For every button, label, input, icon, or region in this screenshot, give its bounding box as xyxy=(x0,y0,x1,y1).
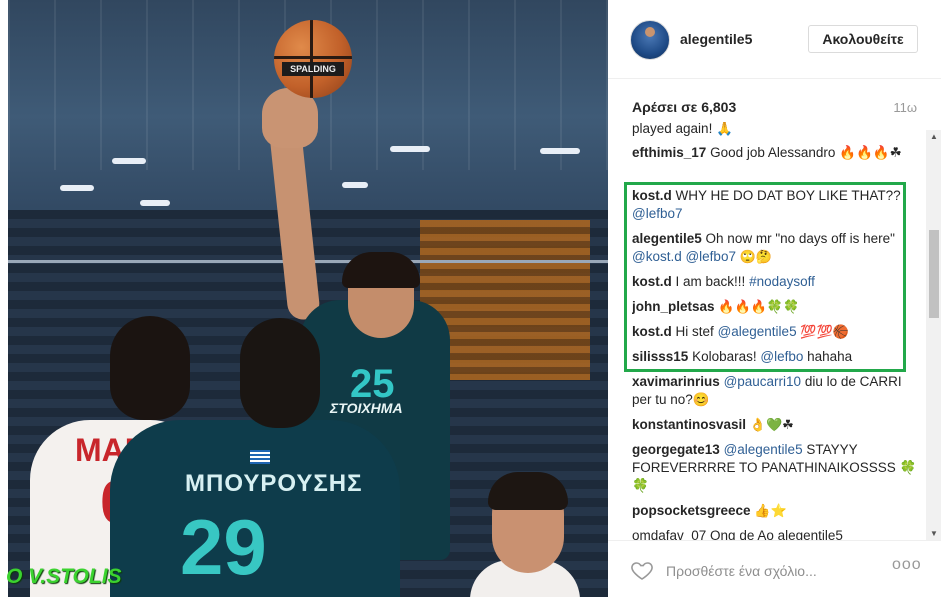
comment-text: 🔥🔥🔥🍀🍀 xyxy=(718,299,800,314)
comment-username[interactable]: alegentile5 xyxy=(632,231,702,246)
scroll-down-arrow-icon[interactable]: ▼ xyxy=(930,529,938,538)
comment-username[interactable]: xavimarinrius xyxy=(632,374,720,389)
comment-username[interactable]: konstantinosvasil xyxy=(632,417,746,432)
post-time[interactable]: 11ω xyxy=(893,100,917,115)
comment-text: Oh now mr "no days off is here" xyxy=(705,231,895,246)
following-button[interactable]: Ακολουθείτε xyxy=(808,25,918,53)
comment-footer: ooo xyxy=(608,540,941,598)
comment-item: kost.d I am back!!! #nodaysoff xyxy=(632,273,917,291)
opponent-player-head xyxy=(110,316,190,420)
comment-text: omdafav_07 Ong de Ao alegentile5 xyxy=(632,528,843,540)
comment-mention[interactable]: @alegentile5 xyxy=(718,324,797,339)
photo-left-border xyxy=(0,0,8,597)
comment-text: 👌💚☘ xyxy=(749,417,794,432)
username-link[interactable]: alegentile5 xyxy=(680,31,752,47)
avatar[interactable] xyxy=(630,20,670,60)
comment-item: john_pletsas 🔥🔥🔥🍀🍀 xyxy=(632,298,917,316)
comment-text: played again! 🙏 xyxy=(632,122,733,136)
comment-mention[interactable]: @paucarri10 xyxy=(724,374,802,389)
comment-username[interactable]: john_pletsas xyxy=(632,299,715,314)
shooter-jersey-sponsor: ΣΤΟΙΧΗΜΑ xyxy=(330,400,403,416)
comment-username[interactable]: popsocketsgreece xyxy=(632,503,751,518)
comment-text: Kolobaras! xyxy=(692,349,757,364)
comment-item: kost.d Hi stef @alegentile5 💯💯🏀 xyxy=(632,323,917,341)
post-header: alegentile5 Ακολουθείτε xyxy=(608,0,941,79)
comment-item: kost.d WHY HE DO DAT BOY LIKE THAT?? @le… xyxy=(632,187,917,223)
comment-mention[interactable]: @lefbo7 xyxy=(632,206,683,221)
comment-hashtag[interactable]: #nodaysoff xyxy=(749,274,815,289)
comment-item: konstantinosvasil 👌💚☘ xyxy=(632,416,917,434)
comment-tail: hahaha xyxy=(807,349,853,364)
comment-username[interactable]: kost.d xyxy=(632,274,672,289)
comment-item: xavimarinrius @paucarri10 diu lo de CARR… xyxy=(632,373,917,409)
greek-flag-patch xyxy=(250,450,270,464)
comment-emoji: 🙄🤔 xyxy=(739,249,773,264)
comment-partial-top: played again! 🙏 xyxy=(632,122,917,138)
comment-mention[interactable]: @alegentile5 xyxy=(724,442,803,457)
comment-text: WHY HE DO DAT BOY LIKE THAT?? xyxy=(675,188,901,203)
comment-username[interactable]: kost.d xyxy=(632,188,672,203)
comment-username[interactable]: georgegate13 xyxy=(632,442,720,457)
comment-username[interactable]: kost.d xyxy=(632,324,672,339)
comment-partial-bottom: omdafav_07 Ong de Ao alegentile5 xyxy=(632,527,917,540)
scroll-thumb[interactable] xyxy=(929,230,939,318)
comment-item: silisss15 Kolobaras! @lefbo hahaha xyxy=(632,348,917,366)
comment-username[interactable]: silisss15 xyxy=(632,349,688,364)
ball-brand-label: SPALDING xyxy=(282,62,344,76)
post-photo[interactable]: MARAS 0 25 ΣΤΟΙΧΗΜΑ ΜΠΟΥΡΟΥΣΗΣ 29 SPALDI… xyxy=(0,0,608,597)
scroll-up-arrow-icon[interactable]: ▲ xyxy=(930,132,938,141)
right-player-hair xyxy=(488,472,568,510)
comments-scrollbar[interactable]: ▲ ▼ xyxy=(926,130,941,540)
teammate-head xyxy=(240,318,320,428)
comment-mention[interactable]: @kost.d @lefbo7 xyxy=(632,249,736,264)
comment-text: Good job Alessandro 🔥🔥🔥☘ xyxy=(710,145,902,160)
comment-item: alegentile5 Oh now mr "no days off is he… xyxy=(632,230,917,266)
comment-text: I am back!!! xyxy=(675,274,746,289)
comment-emoji: 💯💯🏀 xyxy=(800,324,849,339)
comment-mention[interactable]: @lefbo xyxy=(760,349,803,364)
comments-list[interactable]: played again! 🙏 efthimis_17 Good job Ale… xyxy=(632,122,922,540)
shooter-hair xyxy=(342,252,420,288)
comment-username[interactable]: efthimis_17 xyxy=(632,145,706,160)
more-options-icon[interactable]: ooo xyxy=(892,556,922,574)
teammate-jersey-number: 29 xyxy=(180,503,267,591)
heart-icon[interactable] xyxy=(630,558,654,582)
likes-count[interactable]: Αρέσει σε 6,803 xyxy=(632,99,736,115)
post-sidebar: alegentile5 Ακολουθείτε Αρέσει σε 6,803 … xyxy=(608,0,941,597)
comment-item: georgegate13 @alegentile5 STAYYY FOREVER… xyxy=(632,441,917,495)
teammate-jersey-name: ΜΠΟΥΡΟΥΣΗΣ xyxy=(185,470,363,497)
comment-item: popsocketsgreece 👍⭐ xyxy=(632,502,917,520)
photo-watermark: O V.STOLIS xyxy=(6,565,122,588)
comment-input[interactable] xyxy=(664,555,883,587)
comment-item: efthimis_17 Good job Alessandro 🔥🔥🔥☘ xyxy=(632,144,917,162)
comment-text: 👍⭐ xyxy=(754,503,787,518)
comment-text: Hi stef xyxy=(675,324,714,339)
basketball: SPALDING xyxy=(274,20,352,98)
